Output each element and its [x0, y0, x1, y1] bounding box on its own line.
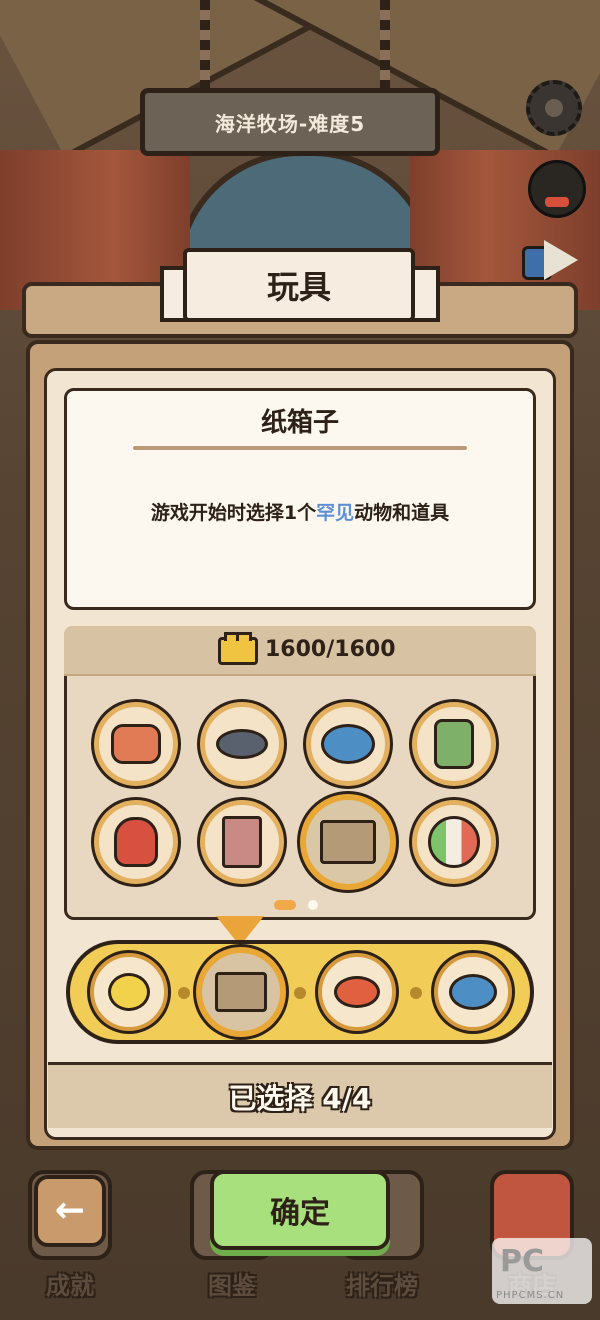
watermark-logo: PC — [500, 1244, 545, 1279]
tray-slot-3[interactable] — [318, 953, 396, 1031]
spring-toy-icon — [449, 974, 497, 1010]
desc-highlight: 罕见 — [316, 502, 355, 524]
nav-leaderboard-label: 排行榜 — [346, 1272, 418, 1300]
toy-spring[interactable] — [306, 702, 390, 786]
tray-separator — [294, 987, 306, 999]
duck-toy-icon — [108, 973, 150, 1011]
item-name: 纸箱子 — [260, 408, 339, 438]
toy-collar[interactable] — [200, 702, 284, 786]
divider — [133, 446, 467, 450]
desc-prefix: 游戏开始时选择1个 — [150, 502, 317, 524]
back-arrow-icon: ← — [54, 1190, 86, 1231]
confirm-button-label: 确定 — [270, 1196, 330, 1231]
back-button[interactable]: ← — [34, 1175, 106, 1247]
nav-achievements-label: 成就 — [46, 1272, 94, 1300]
tray-slot-2[interactable] — [196, 947, 286, 1037]
tray-separator — [178, 987, 190, 999]
selection-status-text: 已选择 4/4 — [228, 1081, 372, 1115]
spring-toy-icon — [321, 724, 375, 764]
nav-collection-label: 图鉴 — [208, 1272, 256, 1300]
toy-cardboard-box[interactable] — [300, 794, 396, 890]
page-dot-1[interactable] — [274, 900, 296, 910]
panel-title: 玩具 — [183, 248, 415, 322]
confirm-button[interactable]: 确定 — [210, 1170, 390, 1250]
cat-bowl-icon — [111, 724, 161, 764]
toy-beach-ball[interactable] — [412, 800, 496, 884]
toy-game-console[interactable] — [412, 702, 496, 786]
beach-ball-icon — [428, 816, 480, 868]
points-value: 1600/1600 — [265, 637, 396, 662]
game-console-icon — [434, 719, 474, 769]
toy-cat-doll[interactable] — [94, 800, 178, 884]
tray-slot-1[interactable] — [90, 953, 168, 1031]
level-sign-text: 海洋牧场-难度5 — [214, 111, 366, 136]
toy-cat-bowl[interactable] — [94, 702, 178, 786]
collar-icon — [216, 729, 268, 759]
toy-cat-tree[interactable] — [200, 800, 284, 884]
tray-separator — [410, 987, 422, 999]
cat-doll-icon — [114, 817, 158, 867]
cat-tree-icon — [222, 816, 262, 868]
goldfish-icon — [334, 976, 380, 1008]
cardboard-box-icon — [215, 972, 267, 1012]
megaphone-icon[interactable] — [522, 240, 580, 280]
panel-title-text: 玩具 — [266, 268, 331, 306]
settings-gear-icon[interactable] — [526, 80, 582, 136]
level-sign: 海洋牧场-难度5 — [140, 88, 440, 156]
sign-chain-right — [380, 0, 390, 90]
desc-suffix: 动物和道具 — [354, 502, 450, 524]
tray-slot-4[interactable] — [434, 953, 512, 1031]
sign-chain-left — [200, 0, 210, 90]
brick-icon — [218, 632, 258, 665]
penguin-avatar-icon[interactable] — [528, 160, 586, 218]
page-dot-2[interactable] — [308, 900, 318, 910]
selection-status: 已选择 4/4 — [48, 1062, 552, 1128]
cardboard-box-icon — [320, 820, 376, 864]
watermark-url: PHPCMS.CN — [496, 1290, 565, 1301]
item-description: 游戏开始时选择1个罕见动物和道具 — [120, 496, 480, 530]
